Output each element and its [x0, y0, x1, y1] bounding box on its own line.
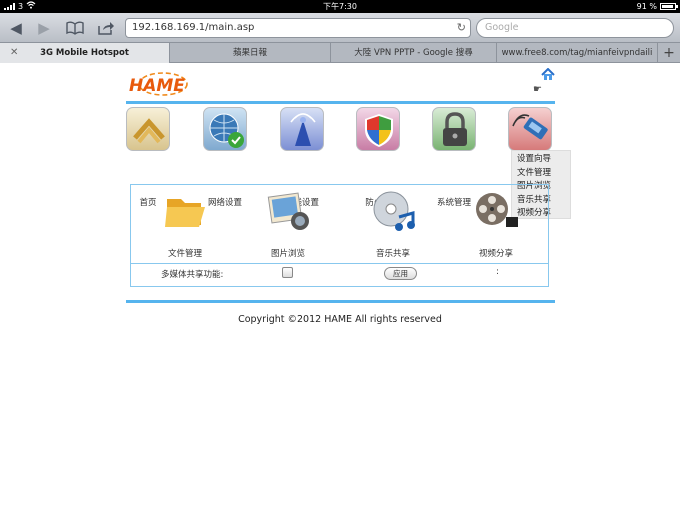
feature-label-file-manager: 文件管理: [167, 249, 202, 259]
back-button[interactable]: ◀: [5, 18, 27, 38]
feature-label-photo-browser: 图片浏览: [270, 249, 305, 259]
bookmarks-button[interactable]: [64, 18, 86, 38]
hand-cursor-icon: ☛: [533, 84, 542, 95]
hame-logo: HAME: [127, 71, 189, 99]
hame-logo-graphic: HAME: [129, 72, 188, 96]
browser-toolbar: ◀ ▶ 192.168.169.1/main.asp ↻ Google: [0, 13, 680, 43]
nav-system-management[interactable]: 系统管理: [432, 107, 476, 208]
clock: 下午7:30: [323, 2, 357, 11]
home-nav-icon: [126, 107, 170, 151]
url-field[interactable]: 192.168.169.1/main.asp ↻: [125, 18, 471, 38]
feature-photo-browser[interactable]: 图片浏览: [258, 187, 318, 259]
photo-icon: [264, 187, 312, 235]
search-field[interactable]: Google: [476, 18, 674, 38]
tab-label: 大陸 VPN PPTP - Google 搜尋: [354, 48, 473, 58]
new-tab-button[interactable]: +: [658, 43, 680, 62]
submenu-item-file-manager[interactable]: 文件管理: [517, 167, 570, 181]
close-tab-icon[interactable]: ✕: [10, 43, 18, 63]
feature-music-share[interactable]: 音乐共享: [363, 187, 423, 259]
tab-bar: ✕ 3G Mobile Hotspot 蘋果日報 大陸 VPN PPTP - G…: [0, 43, 680, 63]
nav-network-settings[interactable]: 网络设置: [203, 107, 247, 208]
box-divider: [131, 263, 548, 264]
battery-icon: [660, 3, 678, 10]
tab-label: www.free8.com/tag/mianfeivpndaili: [501, 48, 653, 58]
reload-icon[interactable]: ↻: [457, 19, 466, 37]
shield-icon: [356, 107, 400, 151]
submenu-item-setup-wizard[interactable]: 设置向导: [517, 153, 570, 167]
tab-label: 3G Mobile Hotspot: [40, 48, 129, 58]
apply-button[interactable]: 应用: [384, 267, 417, 280]
tab-free8[interactable]: www.free8.com/tag/mianfeivpndaili: [497, 43, 658, 63]
lock-icon: [432, 107, 476, 151]
tab-apple-daily[interactable]: 蘋果日報: [170, 43, 331, 63]
tab-google-search[interactable]: 大陸 VPN PPTP - Google 搜尋: [331, 43, 497, 63]
web-page: HAME ☛ 首页 网络设置 无线设置 防火墙 系统管理: [0, 63, 680, 510]
globe-check-icon: [203, 107, 247, 151]
battery-percent: 91 %: [636, 2, 657, 11]
folder-icon: [161, 187, 209, 235]
music-disc-icon: [369, 187, 417, 235]
feature-label-video-share: 视频分享: [478, 249, 513, 259]
feature-label-music-share: 音乐共享: [375, 249, 410, 259]
nav-home[interactable]: 首页: [126, 107, 170, 208]
search-placeholder: Google: [485, 22, 519, 33]
status-colon: :: [496, 267, 499, 277]
feature-video-share[interactable]: 视频分享: [466, 187, 526, 259]
nav-wireless-settings[interactable]: 无线设置: [280, 107, 324, 208]
media-features-box: 文件管理 图片浏览 音乐共享 视频分享 多媒体共享功能: 应用 :: [130, 184, 549, 287]
status-bar: 3 下午7:30 91 %: [0, 0, 680, 13]
book-icon: [66, 21, 84, 35]
wireless-icon: [280, 107, 324, 151]
top-divider: [126, 101, 555, 104]
nav-storage[interactable]: [508, 107, 552, 151]
film-reel-icon: [472, 187, 520, 235]
satellite-icon: [508, 107, 552, 151]
svg-text:HAME: HAME: [129, 76, 185, 96]
url-text: 192.168.169.1/main.asp: [132, 22, 255, 33]
media-share-label: 多媒体共享功能:: [161, 270, 224, 280]
tab-3g-mobile-hotspot[interactable]: ✕ 3G Mobile Hotspot: [0, 43, 170, 63]
bottom-divider: [126, 300, 555, 303]
copyright-text: Copyright ©2012 HAME All rights reserved: [238, 314, 442, 325]
tab-label: 蘋果日報: [232, 48, 267, 58]
forward-button[interactable]: ▶: [33, 18, 55, 38]
media-share-checkbox[interactable]: [282, 267, 293, 278]
feature-file-manager[interactable]: 文件管理: [155, 187, 215, 259]
share-button[interactable]: [95, 18, 117, 38]
share-icon: [98, 22, 114, 35]
nav-firewall[interactable]: 防火墙: [356, 107, 400, 208]
home-icon[interactable]: [541, 66, 555, 80]
